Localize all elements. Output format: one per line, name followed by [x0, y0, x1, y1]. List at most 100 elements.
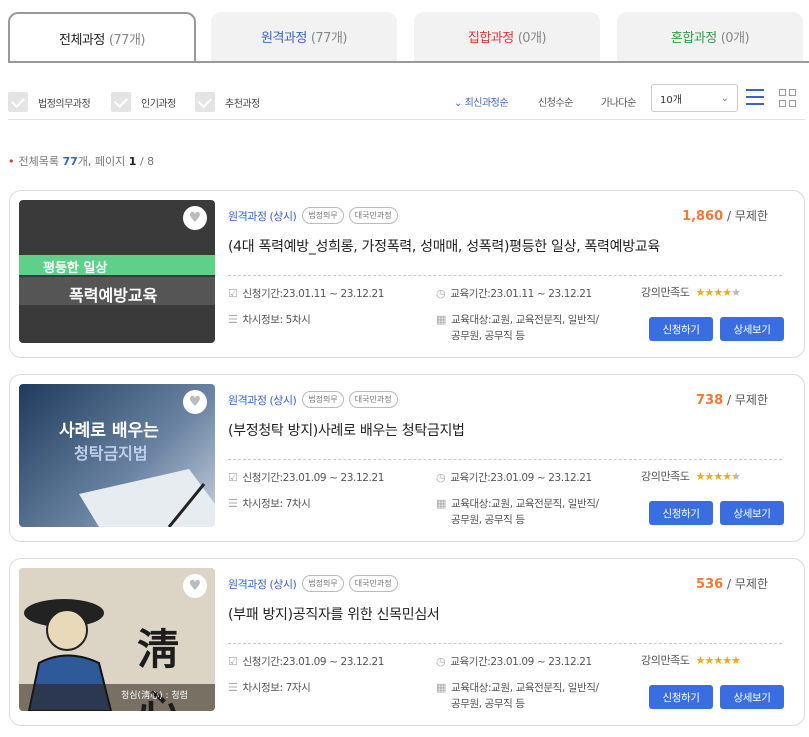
satisfaction-rating: 강의만족도 ★★★★★: [641, 652, 741, 668]
course-type: 원격과정 (상시): [228, 209, 297, 223]
badge-public: 대국민과정: [348, 575, 398, 592]
detail-button[interactable]: 상세보기: [720, 317, 784, 341]
summary-label: 전체목록: [18, 155, 59, 168]
tab-mixed[interactable]: 혼합과정 (0개): [617, 12, 803, 61]
course-meta: 원격과정 (상시) 법정의무 대국민과정: [228, 575, 403, 592]
apply-button[interactable]: 신청하기: [649, 317, 713, 341]
edu-period: ◷ 교육기간:23.01.09 ~ 23.12.21: [436, 655, 592, 668]
edu-period: ◷ 교육기간:23.01.09 ~ 23.12.21: [436, 471, 592, 484]
summary-unit: 개, 페이지: [77, 155, 126, 168]
divider: [228, 643, 782, 644]
divider: [228, 275, 782, 276]
rating-label: 강의만족도: [641, 286, 690, 299]
tab-count: (0개): [720, 31, 750, 46]
apply-period: ☑ 신청기간:23.01.09 ~ 23.12.21: [228, 655, 385, 668]
target-info: ▦ 교육대상:교원, 교육전문직, 일반직/공무원, 공무직 등: [436, 681, 599, 710]
course-card[interactable]: 사례로 배우는 청탁금지법 ♥ 원격과정 (상시) 법정의무 대국민과정 738…: [9, 374, 805, 542]
calendar-check-icon: ☑: [228, 471, 238, 484]
course-thumbnail[interactable]: 평등한 일상 폭력예방교육 ♥: [19, 200, 215, 343]
course-title[interactable]: (부정청탁 방지)사례로 배우는 청탁금지법: [228, 420, 465, 440]
calendar-check-icon: ☑: [228, 655, 238, 668]
count-limit: / 무제한: [727, 577, 768, 591]
course-thumbnail[interactable]: 사례로 배우는 청탁금지법 ♥: [19, 384, 215, 527]
badge-public: 대국민과정: [348, 391, 398, 408]
list-summary: • 전체목록 77개, 페이지 1 / 8: [8, 155, 155, 168]
apply-button[interactable]: 신청하기: [649, 501, 713, 525]
rating-label: 강의만족도: [641, 470, 690, 483]
course-title[interactable]: (부패 방지)공직자를 위한 신목민심서: [228, 604, 440, 624]
badge-public: 대국민과정: [348, 207, 398, 224]
filter-label: 법정의무과정: [38, 98, 91, 110]
list-icon: ☰: [228, 313, 238, 326]
page-size-value: 10개: [660, 94, 682, 106]
page-size-select[interactable]: 10개 ⌄: [651, 84, 738, 112]
detail-button[interactable]: 상세보기: [720, 685, 784, 709]
tab-group[interactable]: 집합과정 (0개): [414, 12, 600, 61]
heart-icon[interactable]: ♥: [183, 206, 207, 230]
course-meta: 원격과정 (상시) 법정의무 대국민과정: [228, 391, 403, 408]
session-info: ☰ 차시정보: 7자시: [228, 681, 311, 694]
course-tabs: 전체과정 (77개) 원격과정 (77개) 집합과정 (0개) 혼합과정 (0개…: [8, 12, 809, 63]
divider: [228, 459, 782, 460]
course-card[interactable]: 평등한 일상 폭력예방교육 ♥ 원격과정 (상시) 법정의무 대국민과정 1,8…: [9, 190, 805, 358]
course-title[interactable]: (4대 폭력예방_성희롱, 가정폭력, 성매매, 성폭력)평등한 일상, 폭력예…: [228, 236, 660, 256]
target-info: ▦ 교육대상:교원, 교육전문직, 일반직/공무원, 공무직 등: [436, 497, 599, 526]
tab-count: (77개): [310, 31, 348, 46]
heart-icon[interactable]: ♥: [183, 390, 207, 414]
filter-label: 인기과정: [141, 98, 176, 110]
thumb-text: 사례로 배우는: [59, 421, 159, 441]
apply-button[interactable]: 신청하기: [649, 685, 713, 709]
list-view-icon[interactable]: [746, 89, 764, 107]
sort-alphabetical[interactable]: 가나다순: [601, 94, 636, 109]
tab-remote[interactable]: 원격과정 (77개): [211, 12, 397, 61]
summary-page: 1: [128, 155, 137, 168]
summary-pages: / 8: [139, 155, 155, 168]
grid-view-icon[interactable]: [779, 89, 797, 107]
building-icon: ▦: [436, 681, 446, 694]
star-rating: ★★★★★: [695, 469, 741, 483]
apply-period: ☑ 신청기간:23.01.09 ~ 23.12.21: [228, 471, 385, 484]
checkbox-icon: [111, 92, 131, 112]
tab-count: (77개): [108, 33, 146, 48]
course-thumbnail[interactable]: 淸心 청심(淸心) : 청렴 ♥: [19, 568, 215, 711]
filter-popular-checkbox[interactable]: 인기과정: [111, 92, 176, 112]
edu-period: ◷ 교육기간:23.01.11 ~ 23.12.21: [436, 287, 592, 300]
applicant-count: 738 / 무제한: [696, 391, 768, 408]
filter-recommended-checkbox[interactable]: 추천과정: [195, 92, 260, 112]
building-icon: ▦: [436, 313, 446, 326]
applicant-count: 1,860 / 무제한: [682, 207, 768, 224]
sort-label: 최신과정순: [464, 98, 509, 109]
course-type: 원격과정 (상시): [228, 577, 297, 591]
sort-latest[interactable]: ⌄ 최신과정순: [454, 94, 509, 109]
thumb-text: 폭력예방교육: [69, 286, 158, 305]
clock-icon: ◷: [436, 287, 446, 300]
tab-all[interactable]: 전체과정 (77개): [8, 12, 196, 63]
thumb-text: 평등한 일상: [43, 261, 108, 276]
checkbox-icon: [195, 92, 215, 112]
badge-mandatory: 법정의무: [302, 575, 344, 592]
tab-label: 원격과정: [261, 31, 307, 46]
tab-label: 전체과정: [59, 33, 105, 48]
filter-mandatory-checkbox[interactable]: 법정의무과정: [8, 92, 91, 112]
satisfaction-rating: 강의만족도 ★★★★★: [641, 284, 741, 300]
sort-applicants[interactable]: 신청수순: [538, 94, 573, 109]
calendar-check-icon: ☑: [228, 287, 238, 300]
star-rating: ★★★★★: [695, 285, 741, 299]
course-card[interactable]: 淸心 청심(淸心) : 청렴 ♥ 원격과정 (상시) 법정의무 대국민과정 53…: [9, 558, 805, 726]
course-meta: 원격과정 (상시) 법정의무 대국민과정: [228, 207, 403, 224]
summary-total: 77: [62, 155, 78, 168]
detail-button[interactable]: 상세보기: [720, 501, 784, 525]
satisfaction-rating: 강의만족도 ★★★★★: [641, 468, 741, 484]
badge-mandatory: 법정의무: [302, 391, 344, 408]
tab-count: (0개): [517, 31, 547, 46]
thumb-text: 청심(淸心) : 청렴: [121, 691, 188, 701]
count-value: 536: [696, 577, 724, 592]
filter-label: 추천과정: [225, 98, 260, 110]
star-rating: ★★★★★: [695, 653, 741, 667]
chevron-down-icon: ⌄: [454, 98, 462, 109]
target-info: ▦ 교육대상:교원, 교육전문직, 일반직/공무원, 공무직 등: [436, 313, 599, 342]
badge-mandatory: 법정의무: [302, 207, 344, 224]
apply-period: ☑ 신청기간:23.01.11 ~ 23.12.21: [228, 287, 385, 300]
heart-icon[interactable]: ♥: [183, 574, 207, 598]
checkbox-icon: [8, 92, 28, 112]
